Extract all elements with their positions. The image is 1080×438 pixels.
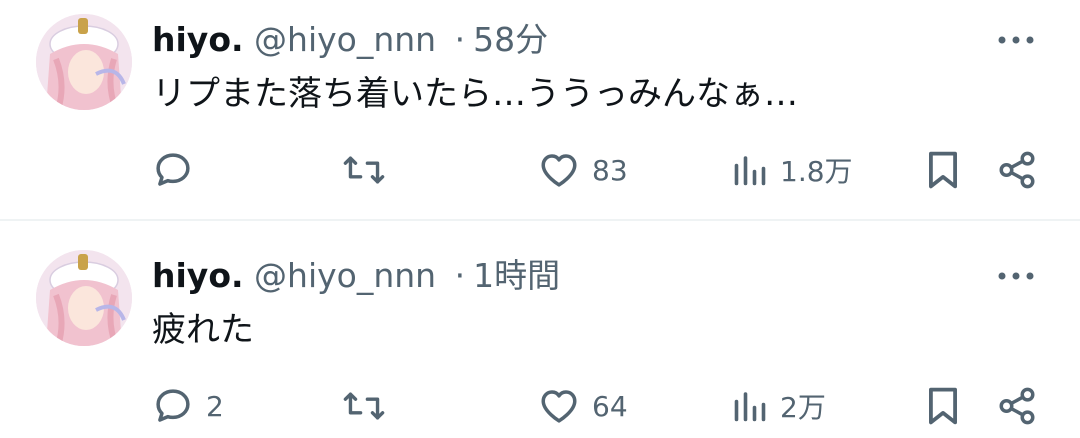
tweet-header: hiyo. @hiyo_nnn · 58分	[152, 18, 548, 62]
view-count: 1.8万	[780, 155, 853, 188]
reply-count: 2	[206, 389, 224, 423]
avatar[interactable]	[36, 14, 132, 110]
tweet[interactable]: hiyo. @hiyo_nnn · 1時間 疲れた 2 64 2万	[0, 222, 1080, 438]
retweet-icon	[342, 149, 386, 191]
tweet-header: hiyo. @hiyo_nnn · 1時間	[152, 254, 560, 298]
views-button[interactable]: 1.8万	[732, 142, 853, 198]
tweet-feed: hiyo. @hiyo_nnn · 58分 リプまた落ち着いたら…ううっみんなぁ…	[0, 0, 1080, 438]
bookmark-button[interactable]	[924, 142, 962, 198]
tweet-text: 疲れた	[152, 310, 254, 350]
action-bar: 2 64 2万	[0, 378, 1080, 434]
display-name[interactable]: hiyo.	[152, 256, 244, 295]
timestamp[interactable]: 58分	[473, 20, 548, 59]
retweet-icon	[342, 385, 386, 427]
more-icon[interactable]	[992, 24, 1040, 56]
views-icon	[732, 152, 768, 188]
tweet[interactable]: hiyo. @hiyo_nnn · 58分 リプまた落ち着いたら…ううっみんなぁ…	[0, 0, 1080, 220]
handle[interactable]: @hiyo_nnn	[254, 256, 436, 295]
like-button[interactable]: 83	[538, 142, 628, 198]
separator: ·	[454, 20, 466, 59]
handle[interactable]: @hiyo_nnn	[254, 20, 436, 59]
reply-icon	[152, 149, 194, 191]
like-count: 64	[592, 389, 628, 423]
share-button[interactable]	[996, 378, 1038, 434]
action-bar: 83 1.8万	[0, 142, 1080, 198]
tweet-text: リプまた落ち着いたら…ううっみんなぁ…	[152, 74, 798, 114]
bookmark-button[interactable]	[924, 378, 962, 434]
retweet-button[interactable]	[342, 142, 398, 198]
views-button[interactable]: 2万	[732, 378, 826, 434]
avatar[interactable]	[36, 250, 132, 346]
reply-button[interactable]: 2	[152, 378, 224, 434]
like-icon	[538, 385, 580, 427]
retweet-button[interactable]	[342, 378, 398, 434]
reply-button[interactable]	[152, 142, 206, 198]
share-icon	[996, 385, 1038, 427]
more-icon[interactable]	[992, 260, 1040, 292]
timestamp[interactable]: 1時間	[473, 256, 560, 295]
share-button[interactable]	[996, 142, 1038, 198]
share-icon	[996, 149, 1038, 191]
bookmark-icon	[924, 385, 962, 427]
like-count: 83	[592, 153, 628, 187]
like-button[interactable]: 64	[538, 378, 628, 434]
display-name[interactable]: hiyo.	[152, 20, 244, 59]
view-count: 2万	[780, 391, 826, 424]
views-icon	[732, 388, 768, 424]
bookmark-icon	[924, 149, 962, 191]
separator: ·	[454, 256, 466, 295]
reply-icon	[152, 385, 194, 427]
like-icon	[538, 149, 580, 191]
tweet-divider	[0, 219, 1080, 221]
